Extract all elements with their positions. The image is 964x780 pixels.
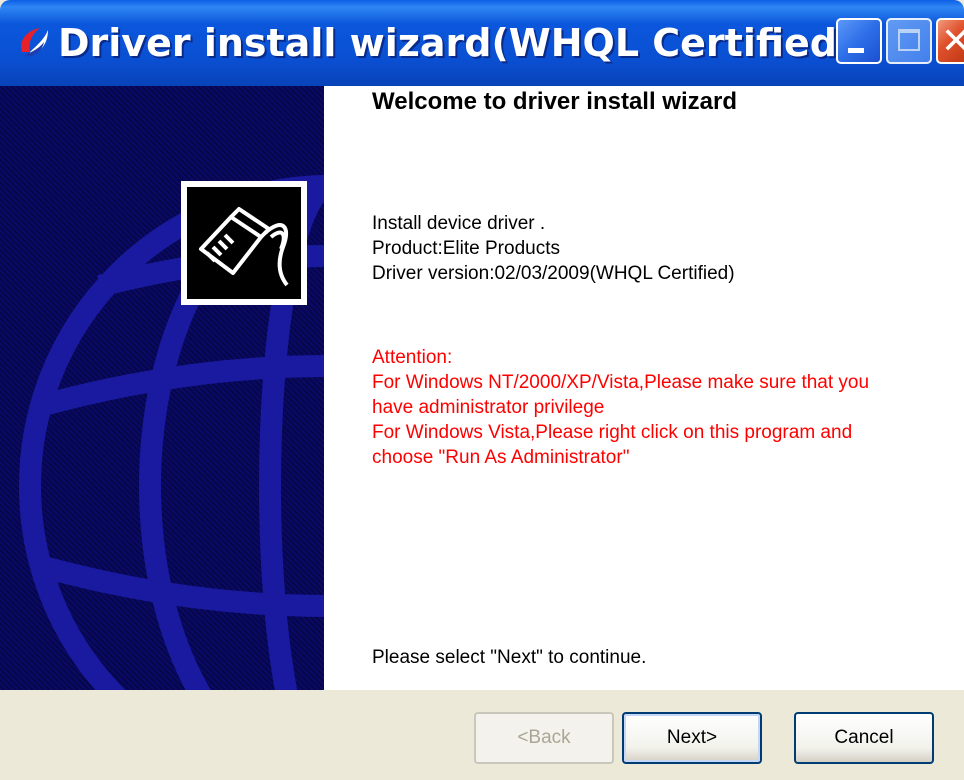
product-logo — [181, 181, 307, 305]
maximize-icon — [898, 29, 920, 51]
close-button[interactable]: ✕ — [936, 18, 964, 64]
window-title: Driver install wizard(WHQL Certified) — [58, 21, 855, 65]
attention-line: choose "Run As Administrator" — [372, 447, 630, 468]
attention-line: For Windows NT/2000/XP/Vista,Please make… — [372, 372, 870, 393]
cancel-button[interactable]: Cancel — [794, 712, 934, 764]
attention-notice: Attention: For Windows NT/2000/XP/Vista,… — [372, 345, 869, 470]
next-button[interactable]: Next> — [622, 712, 762, 764]
back-button[interactable]: <Back — [474, 712, 614, 764]
info-line: Driver version:02/03/2009(WHQL Certified… — [372, 263, 735, 284]
network-cable-icon — [199, 207, 289, 287]
attention-line: have administrator privilege — [372, 397, 605, 418]
continue-instruction: Please select "Next" to continue. — [372, 647, 647, 668]
globe-graphic — [19, 175, 324, 690]
attention-line: For Windows Vista,Please right click on … — [372, 422, 853, 443]
wizard-window: Driver install wizard(WHQL Certified) ✕ — [0, 0, 964, 780]
content-panel: Welcome to driver install wizard Install… — [324, 86, 964, 690]
minimize-button[interactable] — [836, 18, 882, 64]
info-line: Install device driver . — [372, 213, 546, 234]
attention-line: Attention: — [372, 347, 453, 368]
minimize-icon — [848, 48, 864, 53]
button-bar: <Back Next> Cancel — [0, 690, 964, 780]
driver-info: Install device driver . Product:Elite Pr… — [372, 211, 735, 286]
close-icon: ✕ — [941, 21, 964, 62]
app-logo-icon — [21, 28, 48, 57]
info-line: Product:Elite Products — [372, 238, 560, 259]
side-graphic — [0, 86, 324, 690]
page-title: Welcome to driver install wizard — [372, 88, 737, 115]
title-bar[interactable]: Driver install wizard(WHQL Certified) ✕ — [0, 0, 964, 86]
maximize-button[interactable] — [886, 18, 932, 64]
